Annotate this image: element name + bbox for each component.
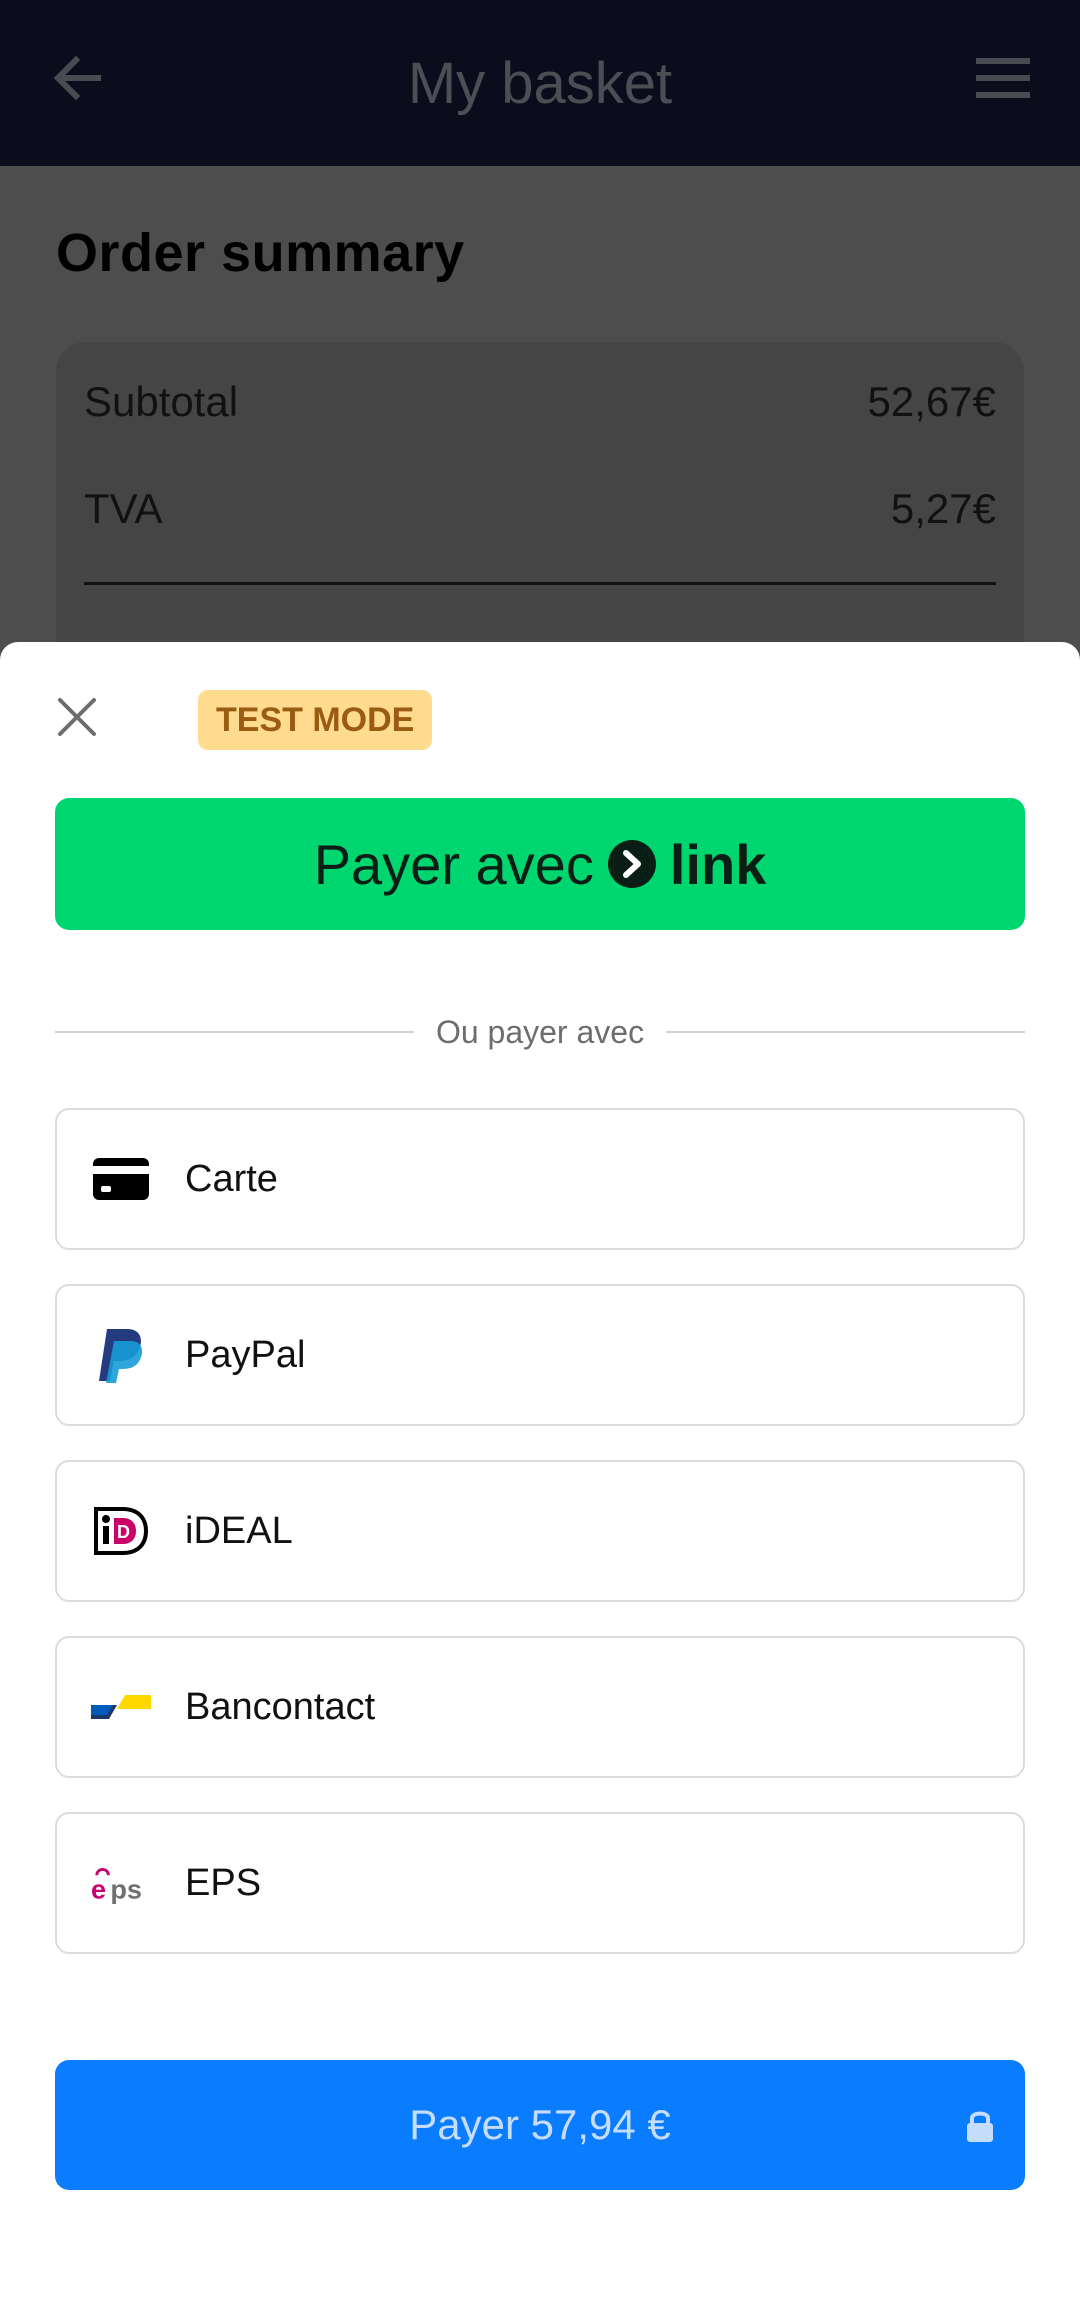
test-mode-badge: TEST MODE: [198, 690, 433, 750]
payment-method-ideal[interactable]: D iDEAL: [55, 1460, 1025, 1602]
svg-text:D: D: [117, 1522, 130, 1542]
payment-method-label: PayPal: [185, 1333, 306, 1376]
pay-button-label: Payer 57,94 €: [409, 2101, 671, 2148]
arrow-left-icon[interactable]: [50, 50, 106, 106]
or-pay-with-divider: Ou payer avec: [55, 1012, 1026, 1052]
summary-value: 5,27€: [890, 485, 996, 532]
app-bar: My basket: [0, 0, 1080, 166]
link-logo-icon: [607, 840, 656, 888]
payment-sheet: TEST MODE Payer avec link Ou payer avec …: [0, 642, 1080, 2300]
summary-row-subtotal: Subtotal 52,67€: [84, 378, 996, 426]
credit-card-icon: [91, 1149, 151, 1209]
payment-method-label: Carte: [185, 1157, 278, 1200]
link-button-label: Payer avec: [313, 832, 594, 896]
payment-method-bancontact[interactable]: Bancontact: [55, 1636, 1025, 1778]
summary-divider: [84, 582, 996, 585]
ideal-icon: D: [91, 1501, 151, 1561]
lock-icon: [967, 2111, 993, 2142]
svg-text:ps: ps: [110, 1873, 142, 1904]
pay-button[interactable]: Payer 57,94 €: [55, 2060, 1025, 2190]
payment-method-paypal[interactable]: PayPal: [55, 1284, 1025, 1426]
bancontact-icon: [91, 1677, 151, 1737]
eps-icon: e ps: [91, 1853, 151, 1913]
svg-text:e: e: [91, 1873, 106, 1904]
pay-with-link-button[interactable]: Payer avec link: [55, 798, 1025, 930]
divider-line: [55, 1031, 414, 1033]
summary-label: TVA: [84, 485, 163, 532]
payment-method-label: iDEAL: [185, 1509, 293, 1552]
page-title: My basket: [407, 50, 673, 116]
paypal-icon: [91, 1325, 151, 1385]
divider-line: [666, 1031, 1026, 1033]
hamburger-menu-icon[interactable]: [976, 56, 1030, 100]
close-icon[interactable]: [54, 694, 100, 740]
payment-method-label: EPS: [185, 1861, 262, 1904]
summary-label: Subtotal: [84, 378, 239, 425]
divider-text: Ou payer avec: [435, 1013, 645, 1050]
summary-value: 52,67€: [867, 378, 996, 425]
payment-method-eps[interactable]: e ps EPS: [55, 1812, 1025, 1954]
link-brand: link: [669, 832, 767, 896]
payment-method-label: Bancontact: [185, 1685, 376, 1728]
payment-method-card[interactable]: Carte: [55, 1108, 1025, 1250]
summary-row-tva: TVA 5,27€: [84, 485, 996, 533]
order-summary-title: Order summary: [56, 223, 465, 283]
